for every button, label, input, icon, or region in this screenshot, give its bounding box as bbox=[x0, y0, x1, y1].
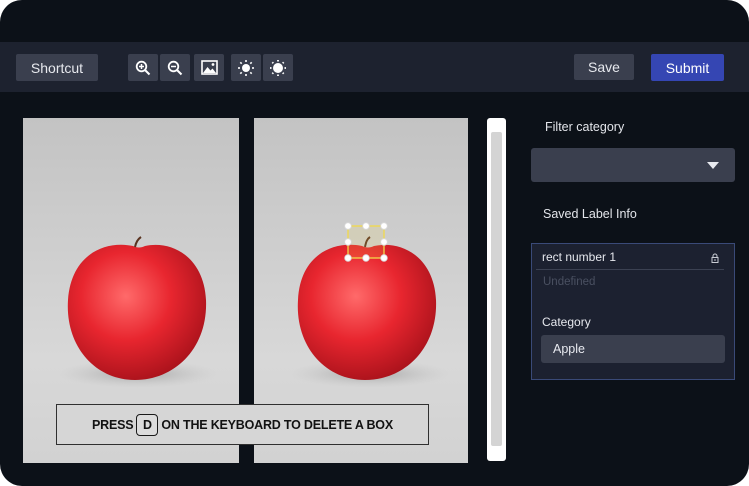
name-underline bbox=[536, 269, 724, 270]
saved-label-info-heading: Saved Label Info bbox=[543, 207, 637, 221]
zoom-in-button[interactable] bbox=[128, 54, 158, 81]
app-window: Shortcut Save Submit PRESS D ON THE KEYB… bbox=[0, 0, 749, 486]
chevron-down-icon[interactable] bbox=[707, 162, 719, 169]
brightness-down-button[interactable] bbox=[263, 54, 293, 81]
hint-suffix: ON THE KEYBOARD TO DELETE A BOX bbox=[161, 417, 393, 432]
zoom-in-icon bbox=[135, 60, 151, 75]
filter-category-label: Filter category bbox=[545, 120, 625, 134]
category-value: Apple bbox=[553, 342, 585, 356]
brightness-up-icon bbox=[238, 59, 254, 76]
label-info-card: rect number 1 Undefined Category Apple bbox=[531, 243, 735, 380]
filter-category-select[interactable] bbox=[531, 148, 735, 182]
label-description-field[interactable]: Undefined bbox=[543, 276, 595, 288]
vertical-scrollbar[interactable] bbox=[487, 118, 506, 461]
image-icon bbox=[200, 60, 218, 75]
brightness-down-icon bbox=[270, 59, 286, 76]
lock-icon[interactable] bbox=[711, 253, 719, 263]
toolbar: Shortcut Save Submit bbox=[0, 42, 749, 92]
scrollbar-thumb[interactable] bbox=[491, 132, 502, 446]
brightness-up-button[interactable] bbox=[231, 54, 261, 81]
zoom-out-icon bbox=[167, 60, 183, 75]
label-name: rect number 1 bbox=[542, 250, 617, 264]
zoom-out-button[interactable] bbox=[160, 54, 190, 81]
keyboard-key: D bbox=[136, 413, 159, 436]
hint-prefix: PRESS bbox=[92, 417, 134, 432]
delete-box-hint: PRESS D ON THE KEYBOARD TO DELETE A BOX bbox=[56, 404, 429, 445]
category-label: Category bbox=[542, 315, 591, 329]
image-button[interactable] bbox=[194, 54, 224, 81]
shortcut-button[interactable]: Shortcut bbox=[16, 54, 98, 81]
category-field[interactable]: Apple bbox=[541, 335, 725, 363]
submit-button[interactable]: Submit bbox=[651, 54, 724, 81]
save-button[interactable]: Save bbox=[574, 54, 634, 80]
